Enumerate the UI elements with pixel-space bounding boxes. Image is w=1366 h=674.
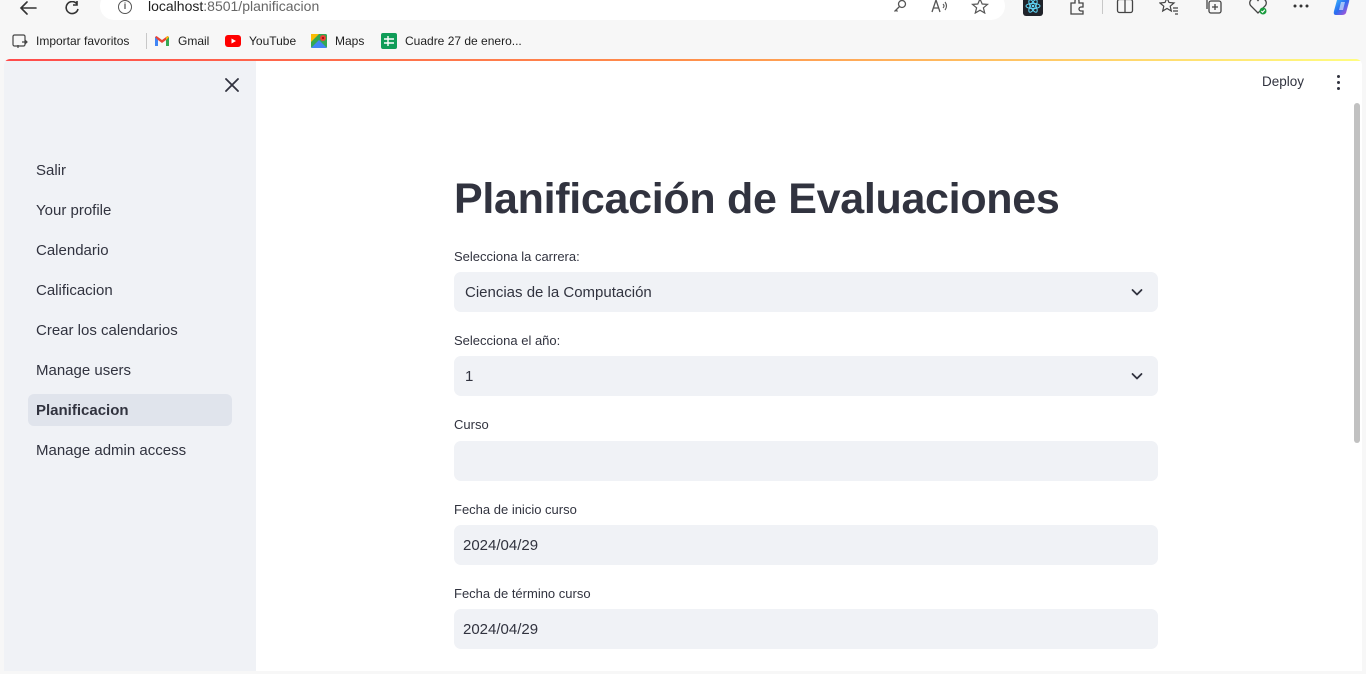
bookmark-cuadre[interactable]: Cuadre 27 de enero...: [381, 29, 522, 53]
favorite-star-icon[interactable]: [970, 0, 990, 15]
sidebar-item-label: Your profile: [36, 201, 112, 219]
anio-select[interactable]: 1: [454, 356, 1158, 396]
sidebar-item-label: Calificacion: [36, 281, 113, 299]
anio-value: 1: [465, 367, 474, 385]
curso-input[interactable]: [454, 441, 1158, 481]
sidebar-item-crear-calendarios[interactable]: Crear los calendarios: [28, 314, 232, 346]
key-icon[interactable]: [890, 0, 910, 15]
sidebar-item-label: Manage admin access: [36, 441, 187, 459]
sidebar-item-calificacion[interactable]: Calificacion: [28, 274, 232, 306]
carrera-select[interactable]: Ciencias de la Computación: [454, 272, 1158, 312]
sidebar-item-label: Salir: [36, 161, 67, 179]
chevron-down-icon: [1131, 373, 1143, 380]
carrera-label: Selecciona la carrera:: [454, 249, 580, 264]
bookmark-maps[interactable]: Maps: [311, 29, 364, 53]
extensions-icon[interactable]: [1066, 0, 1088, 16]
sidebar-item-calendario[interactable]: Calendario: [28, 234, 232, 266]
gmail-icon: [154, 33, 170, 49]
import-icon: [12, 33, 28, 49]
bookmark-label: Importar favoritos: [36, 34, 130, 48]
sidebar-item-label: Planificacion: [36, 401, 129, 419]
read-aloud-icon[interactable]: [930, 0, 950, 15]
sidebar-item-your-profile[interactable]: Your profile: [28, 194, 232, 226]
bookmarks-bar: Importar favoritos Gmail YouTube Maps Cu…: [0, 29, 1366, 53]
site-info-icon[interactable]: i: [116, 0, 134, 16]
main-menu-icon[interactable]: [1330, 72, 1346, 92]
sheets-icon: [381, 33, 397, 49]
browser-essentials-icon[interactable]: [1247, 0, 1269, 16]
close-sidebar-icon[interactable]: [222, 75, 242, 95]
split-screen-icon[interactable]: [1114, 0, 1136, 16]
sidebar-item-manage-users[interactable]: Manage users: [28, 354, 232, 386]
fecha-termino-input[interactable]: 2024/04/29: [454, 609, 1158, 649]
app-viewport: Salir Your profile Calendario Calificaci…: [4, 59, 1362, 671]
toolbar-divider: [1102, 0, 1103, 14]
bookmark-youtube[interactable]: YouTube: [225, 29, 296, 53]
url-path: :8501/planificacion: [203, 0, 320, 14]
bookmark-import[interactable]: Importar favoritos: [12, 29, 129, 53]
url-host: localhost: [148, 0, 204, 14]
maps-icon: [311, 33, 327, 49]
sidebar-item-label: Calendario: [36, 241, 109, 259]
curso-label: Curso: [454, 417, 489, 432]
anio-label: Selecciona el año:: [454, 333, 561, 348]
deploy-button[interactable]: Deploy: [1262, 74, 1304, 89]
bookmark-label: Gmail: [178, 34, 210, 48]
browser-toolbar: i localhost:8501/planificacion: [0, 0, 1366, 22]
react-devtools-icon[interactable]: [1022, 0, 1044, 16]
sidebar-item-label: Crear los calendarios: [36, 321, 178, 339]
bookmark-label: Maps: [335, 34, 365, 48]
bookmark-gmail[interactable]: Gmail: [154, 29, 209, 53]
youtube-icon: [225, 33, 241, 49]
favorites-icon[interactable]: [1158, 0, 1180, 16]
bookmark-label: YouTube: [249, 34, 297, 48]
carrera-value: Ciencias de la Computación: [465, 283, 652, 301]
sidebar: Salir Your profile Calendario Calificaci…: [4, 61, 256, 671]
sidebar-item-salir[interactable]: Salir: [28, 154, 232, 186]
page-title: Planificación de Evaluaciones: [454, 175, 1060, 223]
copilot-icon[interactable]: [1332, 0, 1354, 16]
fecha-inicio-value: 2024/04/29: [463, 536, 539, 554]
bookmark-divider: [146, 33, 147, 49]
fecha-inicio-label: Fecha de inicio curso: [454, 502, 577, 517]
chevron-down-icon: [1131, 289, 1143, 296]
back-button[interactable]: [16, 0, 40, 16]
fecha-termino-value: 2024/04/29: [463, 620, 539, 638]
more-options-icon[interactable]: [1290, 0, 1312, 16]
sidebar-item-manage-admin-access[interactable]: Manage admin access: [28, 434, 232, 466]
url-text[interactable]: localhost:8501/planificacion: [148, 0, 319, 14]
fecha-inicio-input[interactable]: 2024/04/29: [454, 525, 1158, 565]
fecha-termino-label: Fecha de término curso: [454, 586, 591, 601]
collections-icon[interactable]: [1203, 0, 1225, 16]
refresh-button[interactable]: [60, 0, 84, 16]
sidebar-item-planificacion[interactable]: Planificacion: [28, 394, 232, 426]
bookmark-label: Cuadre 27 de enero...: [405, 34, 522, 48]
sidebar-item-label: Manage users: [36, 361, 132, 379]
page-scrollbar[interactable]: [1354, 103, 1360, 443]
